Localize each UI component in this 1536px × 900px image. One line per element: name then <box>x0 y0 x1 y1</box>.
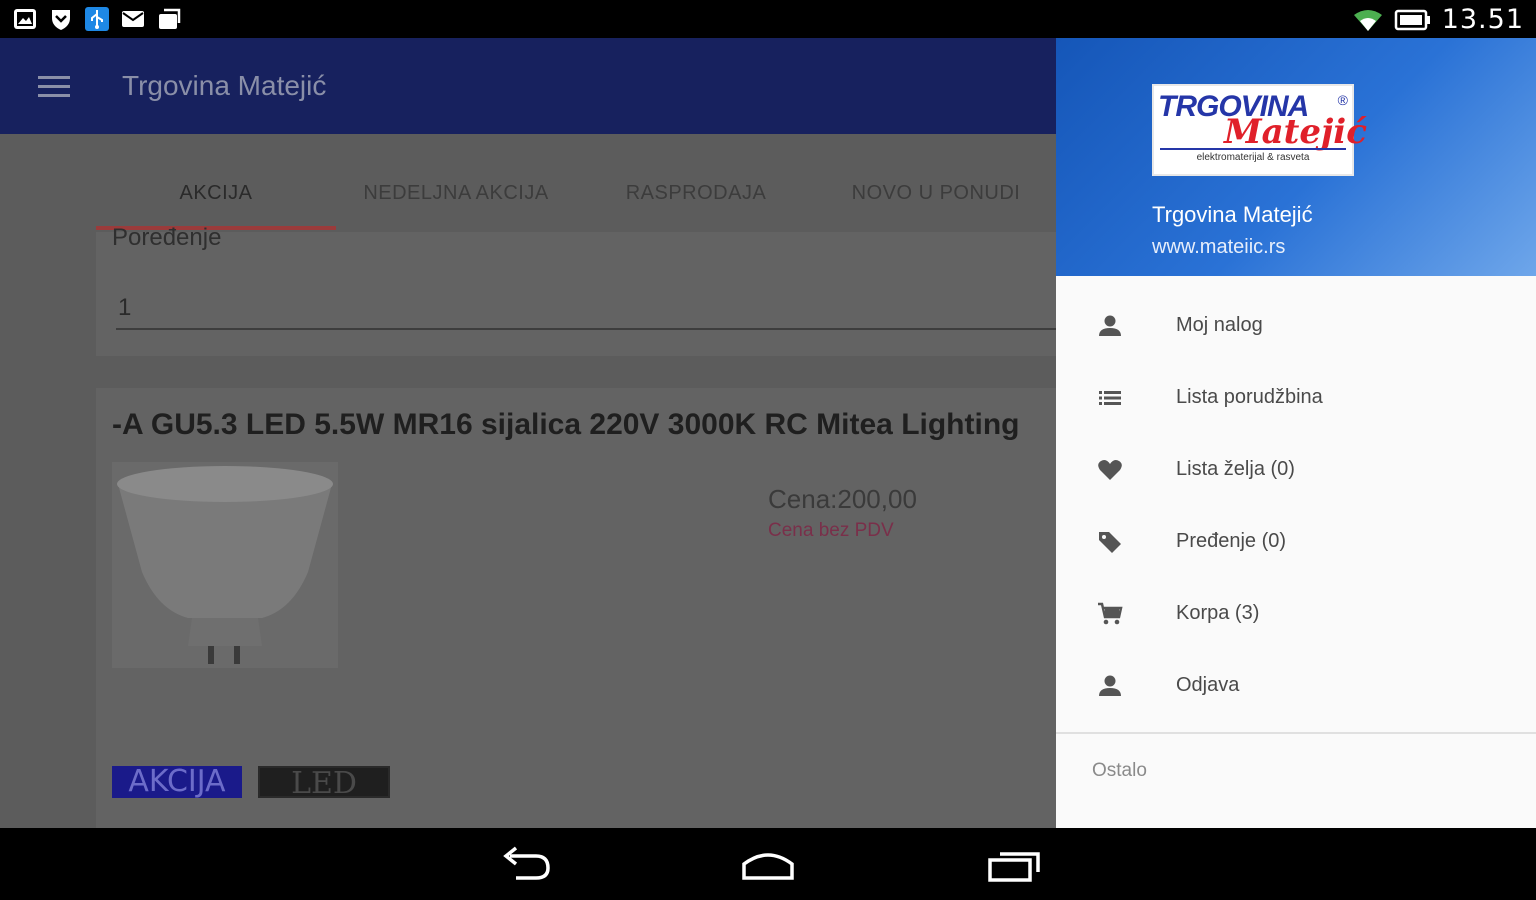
drawer-divider <box>1056 732 1536 734</box>
menu-item-lista-zelja[interactable]: Lista želja (0) <box>1056 434 1536 506</box>
sync-icon <box>156 6 182 32</box>
status-bar: 13.51 <box>0 0 1536 38</box>
product-title: -A GU5.3 LED 5.5W MR16 sijalica 220V 300… <box>112 408 1020 441</box>
hamburger-icon[interactable] <box>38 76 70 98</box>
gallery-icon <box>12 6 38 32</box>
status-system-icons: 13.51 <box>1352 4 1524 35</box>
product-price: Cena:200,00 <box>768 484 917 514</box>
heart-icon <box>1096 456 1124 484</box>
section-label-ostalo: Ostalo <box>1092 760 1147 781</box>
tab-rasprodaja[interactable]: RASPRODAJA <box>576 182 816 205</box>
system-nav-bar <box>0 828 1536 900</box>
menu-item-odjava[interactable]: Odjava <box>1056 650 1536 722</box>
back-icon[interactable] <box>496 844 556 884</box>
tab-bar: AKCIJA NEDELJNA AKCIJA RASPRODAJA NOVO U… <box>0 134 1056 232</box>
tag-led: LED <box>258 766 390 800</box>
menu-item-predjenje[interactable]: Pređenje (0) <box>1056 506 1536 578</box>
menu-item-moj-nalog[interactable]: Moj nalog <box>1056 290 1536 362</box>
person-icon <box>1096 672 1124 700</box>
home-icon[interactable] <box>738 844 798 884</box>
tab-nedeljna-akcija[interactable]: NEDELJNA AKCIJA <box>336 182 576 205</box>
navigation-drawer: TRGOVINA ® Matejić elektromaterijal & ra… <box>1056 38 1536 828</box>
tab-akcija[interactable]: AKCIJA <box>96 182 336 205</box>
mail-icon <box>120 6 146 32</box>
product-card[interactable]: -A GU5.3 LED 5.5W MR16 sijalica 220V 300… <box>96 388 1056 828</box>
usb-icon <box>84 6 110 32</box>
drawer-header: TRGOVINA ® Matejić elektromaterijal & ra… <box>1056 38 1536 276</box>
app-bar: Trgovina Matejić <box>0 38 1056 134</box>
status-notification-icons <box>12 6 182 32</box>
person-icon <box>1096 312 1124 340</box>
compare-card: Poređenje 1 <box>96 224 1056 356</box>
drawer-store-url[interactable]: www.mateiic.rs <box>1152 236 1285 259</box>
menu-item-korpa[interactable]: Korpa (3) <box>1056 578 1536 650</box>
drawer-store-name: Trgovina Matejić <box>1152 202 1313 227</box>
battery-icon <box>1394 7 1432 33</box>
main-content: AKCIJA NEDELJNA AKCIJA RASPRODAJA NOVO U… <box>0 134 1056 828</box>
app-title: Trgovina Matejić <box>122 70 327 101</box>
compare-label: Poređenje <box>112 224 222 251</box>
list-icon <box>1096 384 1124 412</box>
recents-icon[interactable] <box>984 844 1044 884</box>
quantity-underline <box>116 328 1056 330</box>
status-clock: 13.51 <box>1441 4 1524 35</box>
tab-novo-u-ponudi[interactable]: NOVO U PONUDI <box>816 182 1056 205</box>
wifi-icon <box>1352 7 1384 33</box>
tag-akcija: AKCIJA <box>112 766 242 798</box>
tag-icon <box>1096 528 1124 556</box>
shield-icon <box>48 6 74 32</box>
quantity-field[interactable]: 1 <box>118 294 131 322</box>
menu-item-lista-porudzbina[interactable]: Lista porudžbina <box>1056 362 1536 434</box>
drawer-menu: Moj nalog Lista porudžbina Lista želja (… <box>1056 290 1536 722</box>
led-bulb-image <box>112 462 338 668</box>
screen: 13.51 Trgovina Matejić AKCIJA NEDELJNA A… <box>0 0 1536 900</box>
price-note: Cena bez PDV <box>768 520 894 541</box>
store-logo: TRGOVINA ® Matejić elektromaterijal & ra… <box>1152 84 1367 176</box>
cart-icon <box>1096 600 1124 628</box>
